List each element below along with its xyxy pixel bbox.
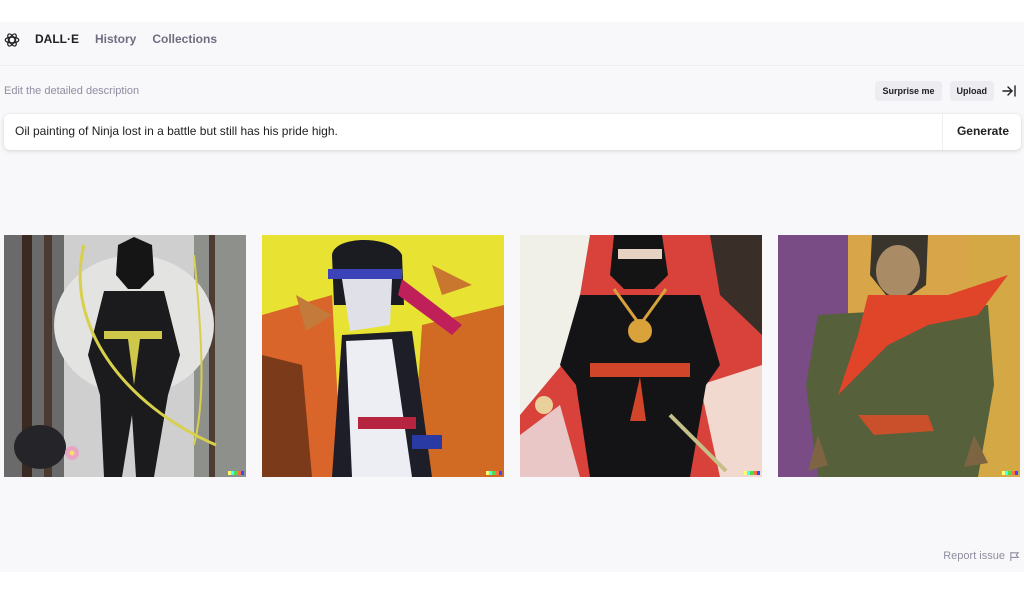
nav-history[interactable]: History: [95, 32, 136, 46]
image-2-painting: [262, 235, 504, 477]
editor-actions: Surprise me Upload: [875, 81, 1016, 101]
image-3-painting: [520, 235, 762, 477]
report-issue-label: Report issue: [943, 550, 1005, 562]
prompt-input[interactable]: Oil painting of Ninja lost in a battle b…: [15, 124, 338, 138]
app-frame: DALL·E History Collections Edit the deta…: [0, 22, 1024, 572]
generated-image-3[interactable]: [520, 235, 762, 477]
nav-brand[interactable]: DALL·E: [35, 32, 79, 46]
generate-button[interactable]: Generate: [957, 124, 1009, 138]
image-grid: [4, 235, 1020, 477]
nav-collections[interactable]: Collections: [152, 32, 217, 46]
openai-logo-icon[interactable]: [3, 31, 21, 49]
image-1-painting: [4, 235, 246, 477]
image-4-painting: [778, 235, 1020, 477]
upload-button[interactable]: Upload: [949, 81, 994, 101]
generate-divider: [942, 114, 943, 150]
nav-links: DALL·E History Collections: [35, 32, 217, 46]
image-2-signature: [486, 471, 503, 475]
top-navigation: DALL·E History Collections: [0, 22, 1024, 66]
arrow-right-to-bar-icon[interactable]: [1002, 84, 1016, 98]
flag-icon: [1010, 551, 1020, 561]
prompt-box: Oil painting of Ninja lost in a battle b…: [4, 114, 1021, 150]
surprise-me-button[interactable]: Surprise me: [875, 81, 942, 101]
image-4-signature: [1002, 471, 1019, 475]
generated-image-2[interactable]: [262, 235, 504, 477]
description-label: Edit the detailed description: [4, 85, 140, 97]
generated-image-4[interactable]: [778, 235, 1020, 477]
generated-image-1[interactable]: [4, 235, 246, 477]
report-issue-link[interactable]: Report issue: [943, 550, 1020, 562]
image-3-signature: [744, 471, 761, 475]
image-1-signature: [228, 471, 245, 475]
